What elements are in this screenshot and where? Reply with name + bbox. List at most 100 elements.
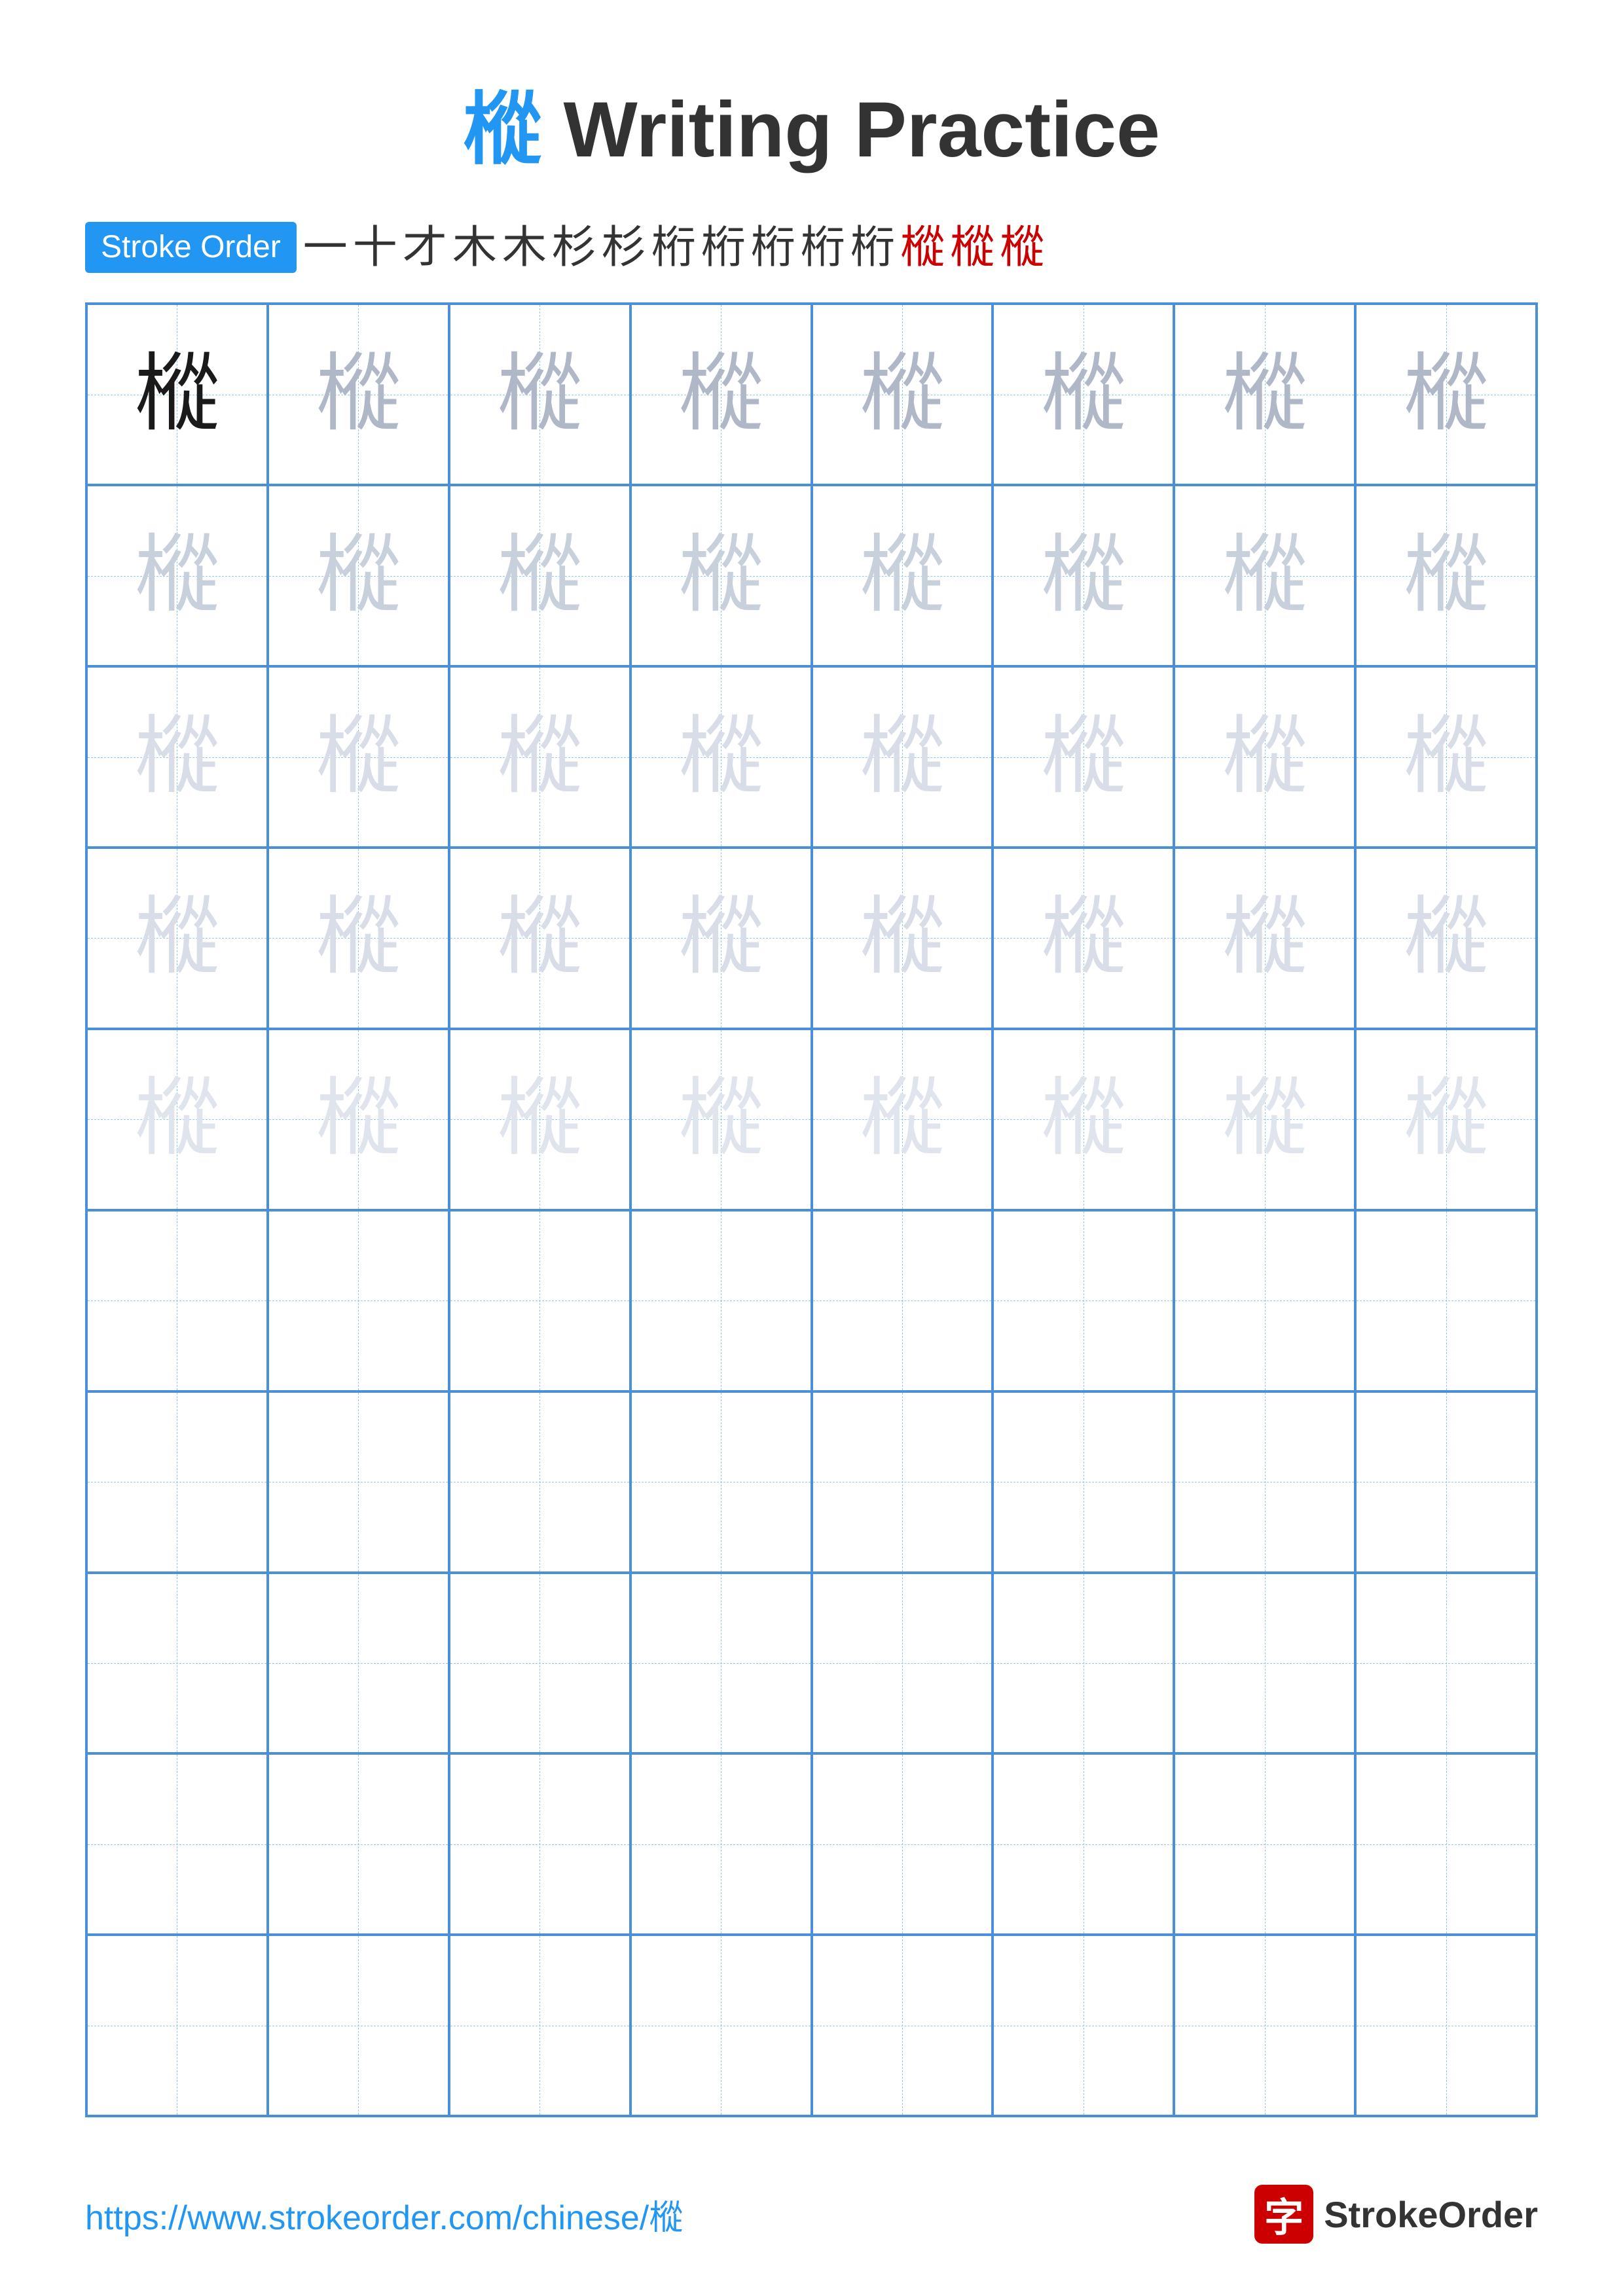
cell-4-2[interactable]: 樅	[268, 848, 449, 1029]
cell-8-6[interactable]	[993, 1573, 1174, 1754]
char-1-4: 樅	[678, 352, 763, 437]
cell-2-6[interactable]: 樅	[993, 485, 1174, 666]
stroke-5: 木	[502, 219, 547, 276]
cell-8-4[interactable]	[630, 1573, 812, 1754]
char-1-5: 樅	[860, 352, 945, 437]
cell-5-1[interactable]: 樅	[86, 1029, 268, 1210]
cell-8-8[interactable]	[1355, 1573, 1537, 1754]
cell-2-8[interactable]: 樅	[1355, 485, 1537, 666]
cell-7-7[interactable]	[1174, 1391, 1355, 1573]
char-5-1: 樅	[134, 1077, 219, 1162]
cell-6-7[interactable]	[1174, 1210, 1355, 1391]
cell-7-1[interactable]	[86, 1391, 268, 1573]
title-text: Writing Practice	[541, 86, 1160, 173]
cell-4-5[interactable]: 樅	[812, 848, 993, 1029]
cell-8-3[interactable]	[449, 1573, 630, 1754]
cell-4-1[interactable]: 樅	[86, 848, 268, 1029]
cell-2-4[interactable]: 樅	[630, 485, 812, 666]
char-4-3: 樅	[497, 895, 582, 980]
cell-9-5[interactable]	[812, 1753, 993, 1935]
cell-8-5[interactable]	[812, 1573, 993, 1754]
cell-3-6[interactable]: 樅	[993, 666, 1174, 848]
cell-2-3[interactable]: 樅	[449, 485, 630, 666]
cell-2-7[interactable]: 樅	[1174, 485, 1355, 666]
cell-10-2[interactable]	[268, 1935, 449, 2116]
cell-1-7[interactable]: 樅	[1174, 304, 1355, 485]
cell-9-2[interactable]	[268, 1753, 449, 1935]
cell-10-5[interactable]	[812, 1935, 993, 2116]
footer-url[interactable]: https://www.strokeorder.com/chinese/樅	[85, 2190, 683, 2239]
cell-4-8[interactable]: 樅	[1355, 848, 1537, 1029]
char-2-6: 樅	[1041, 533, 1126, 619]
cell-8-2[interactable]	[268, 1573, 449, 1754]
cell-10-8[interactable]	[1355, 1935, 1537, 2116]
cell-5-4[interactable]: 樅	[630, 1029, 812, 1210]
cell-5-5[interactable]: 樅	[812, 1029, 993, 1210]
cell-6-4[interactable]	[630, 1210, 812, 1391]
footer: https://www.strokeorder.com/chinese/樅 字 …	[0, 2185, 1623, 2244]
cell-3-1[interactable]: 樅	[86, 666, 268, 848]
char-4-8: 樅	[1404, 895, 1489, 980]
cell-1-5[interactable]: 樅	[812, 304, 993, 485]
cell-3-3[interactable]: 樅	[449, 666, 630, 848]
cell-1-4[interactable]: 樅	[630, 304, 812, 485]
cell-1-3[interactable]: 樅	[449, 304, 630, 485]
cell-3-4[interactable]: 樅	[630, 666, 812, 848]
cell-10-4[interactable]	[630, 1935, 812, 2116]
cell-3-2[interactable]: 樅	[268, 666, 449, 848]
cell-3-5[interactable]: 樅	[812, 666, 993, 848]
cell-1-1[interactable]: 樅	[86, 304, 268, 485]
cell-10-1[interactable]	[86, 1935, 268, 2116]
cell-8-1[interactable]	[86, 1573, 268, 1754]
cell-7-8[interactable]	[1355, 1391, 1537, 1573]
cell-7-4[interactable]	[630, 1391, 812, 1573]
cell-4-4[interactable]: 樅	[630, 848, 812, 1029]
stroke-10: 桁	[751, 219, 795, 276]
stroke-order-row: Stroke Order 一 十 才 木 木 杉 杉 桁 桁 桁 桁 桁 樅 樅…	[85, 219, 1538, 276]
footer-brand: 字 StrokeOrder	[1254, 2185, 1538, 2244]
cell-5-8[interactable]: 樅	[1355, 1029, 1537, 1210]
cell-4-7[interactable]: 樅	[1174, 848, 1355, 1029]
cell-6-1[interactable]	[86, 1210, 268, 1391]
cell-9-1[interactable]	[86, 1753, 268, 1935]
cell-1-8[interactable]: 樅	[1355, 304, 1537, 485]
cell-8-7[interactable]	[1174, 1573, 1355, 1754]
char-3-8: 樅	[1404, 715, 1489, 800]
cell-6-5[interactable]	[812, 1210, 993, 1391]
cell-6-2[interactable]	[268, 1210, 449, 1391]
cell-10-6[interactable]	[993, 1935, 1174, 2116]
cell-7-5[interactable]	[812, 1391, 993, 1573]
cell-9-6[interactable]	[993, 1753, 1174, 1935]
cell-2-2[interactable]: 樅	[268, 485, 449, 666]
cell-5-2[interactable]: 樅	[268, 1029, 449, 1210]
char-2-5: 樅	[860, 533, 945, 619]
cell-3-8[interactable]: 樅	[1355, 666, 1537, 848]
stroke-order-badge: Stroke Order	[85, 222, 297, 273]
cell-9-3[interactable]	[449, 1753, 630, 1935]
cell-7-6[interactable]	[993, 1391, 1174, 1573]
cell-5-7[interactable]: 樅	[1174, 1029, 1355, 1210]
cell-2-1[interactable]: 樅	[86, 485, 268, 666]
cell-7-3[interactable]	[449, 1391, 630, 1573]
cell-3-7[interactable]: 樅	[1174, 666, 1355, 848]
cell-9-8[interactable]	[1355, 1753, 1537, 1935]
cell-4-6[interactable]: 樅	[993, 848, 1174, 1029]
grid-row-7	[86, 1391, 1537, 1573]
cell-1-2[interactable]: 樅	[268, 304, 449, 485]
char-5-4: 樅	[678, 1077, 763, 1162]
grid-row-9	[86, 1753, 1537, 1935]
cell-5-3[interactable]: 樅	[449, 1029, 630, 1210]
cell-5-6[interactable]: 樅	[993, 1029, 1174, 1210]
cell-2-5[interactable]: 樅	[812, 485, 993, 666]
char-2-4: 樅	[678, 533, 763, 619]
cell-4-3[interactable]: 樅	[449, 848, 630, 1029]
cell-9-4[interactable]	[630, 1753, 812, 1935]
cell-1-6[interactable]: 樅	[993, 304, 1174, 485]
cell-10-7[interactable]	[1174, 1935, 1355, 2116]
cell-7-2[interactable]	[268, 1391, 449, 1573]
cell-10-3[interactable]	[449, 1935, 630, 2116]
cell-6-3[interactable]	[449, 1210, 630, 1391]
cell-6-8[interactable]	[1355, 1210, 1537, 1391]
cell-9-7[interactable]	[1174, 1753, 1355, 1935]
cell-6-6[interactable]	[993, 1210, 1174, 1391]
